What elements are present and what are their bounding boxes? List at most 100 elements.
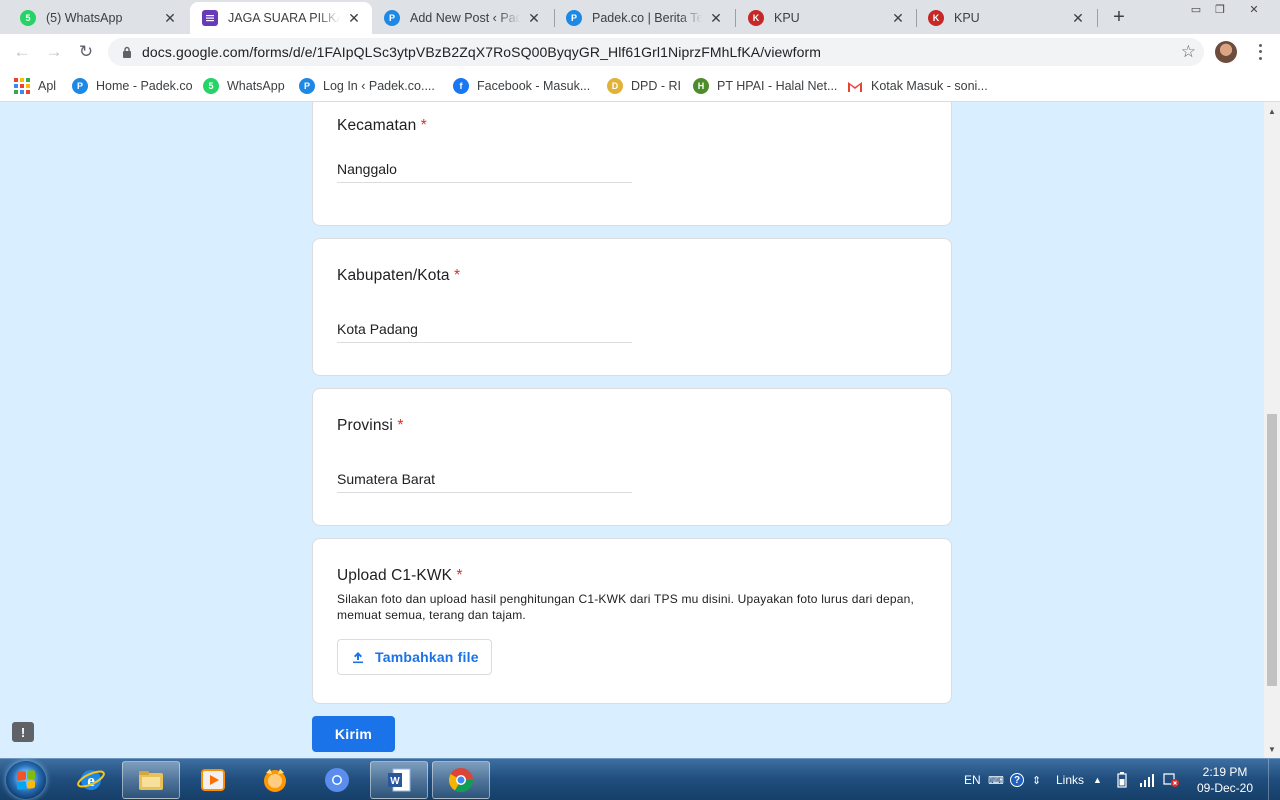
form-page: Kecamatan * Nanggalo Kabupaten/Kota * Ko…	[0, 102, 1264, 758]
tab-jaga-suara[interactable]: JAGA SUARA PILKADA ✕	[190, 2, 372, 34]
bookmark-label: Facebook - Masuk...	[477, 79, 591, 93]
kabupaten-kota-input[interactable]: Kota Padang	[337, 313, 632, 343]
close-tab-icon[interactable]: ✕	[346, 10, 362, 26]
close-tab-icon[interactable]: ✕	[526, 10, 542, 26]
bookmark-label: Log In ‹ Padek.co....	[323, 79, 435, 93]
input-options-icon[interactable]: ⇕	[1032, 759, 1041, 800]
whatsapp-icon: 5	[203, 78, 219, 94]
clock-time: 2:19 PM	[1202, 765, 1248, 779]
tab-add-new-post[interactable]: P Add New Post ‹ Padek ✕	[372, 2, 552, 34]
word-icon: W	[384, 765, 414, 795]
taskbar-file-explorer[interactable]	[122, 761, 180, 799]
address-bar[interactable]: docs.google.com/forms/d/e/1FAIpQLSc3ytpV…	[108, 38, 1204, 66]
close-window-icon[interactable]: ✕	[1242, 0, 1266, 18]
required-asterisk: *	[456, 567, 463, 584]
taskbar-chrome-active[interactable]	[432, 761, 490, 799]
restore-window-icon[interactable]: ❐	[1208, 0, 1232, 18]
dpd-icon: D	[607, 78, 623, 94]
taskbar-internet-explorer[interactable]: e	[62, 761, 120, 799]
show-hidden-icons-icon[interactable]: ▲	[1093, 759, 1102, 800]
question-card-kabupaten-kota: Kabupaten/Kota * Kota Padang	[312, 238, 952, 376]
close-tab-icon[interactable]: ✕	[162, 10, 178, 26]
action-center-icon[interactable]	[1162, 759, 1180, 800]
bookmark-label: DPD - RI	[631, 79, 681, 93]
bookmarks-bar: Apl P Home - Padek.co 5 WhatsApp P Log I…	[0, 70, 1280, 102]
bookmark-whatsapp[interactable]: 5 WhatsApp	[203, 76, 285, 96]
scroll-up-arrow-icon[interactable]: ▲	[1264, 104, 1280, 118]
bookmark-label: PT HPAI - Halal Net...	[717, 79, 838, 93]
reload-icon[interactable]: ↻	[74, 40, 98, 64]
tab-title: JAGA SUARA PILKADA	[228, 11, 340, 25]
media-player-icon	[198, 765, 228, 795]
language-indicator[interactable]: EN	[964, 759, 981, 800]
whatsapp-icon: 5	[20, 10, 36, 26]
bookmark-home-padek[interactable]: P Home - Padek.co	[72, 76, 193, 96]
feedback-icon[interactable]: !	[12, 722, 34, 742]
question-help-text: Silakan foto dan upload hasil penghitung…	[337, 592, 914, 622]
bookmark-star-icon[interactable]: ☆	[1181, 42, 1196, 62]
clock-date: 09-Dec-20	[1196, 781, 1254, 795]
scroll-down-arrow-icon[interactable]: ▼	[1264, 742, 1280, 756]
tab-whatsapp[interactable]: 5 (5) WhatsApp ✕	[8, 2, 188, 34]
links-toolbar[interactable]: Links	[1056, 759, 1084, 800]
minimize-window-icon[interactable]: ▭	[1184, 0, 1208, 18]
question-title: Kabupaten/Kota *	[337, 267, 461, 284]
chrome-active-icon	[446, 765, 476, 795]
bookmark-facebook[interactable]: f Facebook - Masuk...	[453, 76, 590, 96]
required-asterisk: *	[454, 267, 461, 284]
chrome-menu-icon[interactable]	[1252, 42, 1268, 62]
bookmark-dpd-ri[interactable]: D DPD - RI	[607, 76, 681, 96]
question-card-upload: Upload C1-KWK * Silakan foto dan upload …	[312, 538, 952, 704]
padek-icon: P	[72, 78, 88, 94]
bookmark-label: WhatsApp	[227, 79, 285, 93]
close-tab-icon[interactable]: ✕	[708, 10, 724, 26]
add-file-button[interactable]: Tambahkan file	[337, 639, 492, 675]
back-arrow-icon[interactable]: ←	[10, 40, 34, 64]
svg-text:W: W	[390, 776, 400, 787]
page-scrollbar[interactable]: ▲ ▼	[1264, 102, 1280, 758]
bookmark-apps[interactable]: Apl	[14, 76, 56, 96]
windows-taskbar: e W EN ⌨ ? ⇕ Links ▲ 2:19 PM 09-Dec-20	[0, 758, 1280, 800]
required-asterisk: *	[420, 117, 427, 134]
provinsi-input[interactable]: Sumatera Barat	[337, 463, 632, 493]
kecamatan-input[interactable]: Nanggalo	[337, 153, 632, 183]
apps-grid-icon	[14, 78, 30, 94]
padek-icon: P	[384, 10, 400, 26]
keyboard-icon[interactable]: ⌨	[988, 759, 1004, 800]
tab-separator	[1097, 9, 1098, 27]
profile-avatar[interactable]	[1215, 41, 1237, 63]
tab-kpu-1[interactable]: K KPU ✕	[736, 2, 916, 34]
padek-icon: P	[566, 10, 582, 26]
bookmark-pt-hpai[interactable]: H PT HPAI - Halal Net...	[693, 76, 837, 96]
taskbar-chrome[interactable]	[308, 761, 366, 799]
url-text: docs.google.com/forms/d/e/1FAIpQLSc3ytpV…	[142, 44, 822, 60]
tab-padek-berita[interactable]: P Padek.co | Berita Terbaru ✕	[554, 2, 734, 34]
add-file-label: Tambahkan file	[375, 649, 479, 665]
forward-arrow-icon[interactable]: →	[42, 40, 66, 64]
taskbar-messenger[interactable]	[246, 761, 304, 799]
battery-icon[interactable]	[1117, 759, 1127, 800]
close-tab-icon[interactable]: ✕	[890, 10, 906, 26]
show-desktop-button[interactable]	[1268, 759, 1280, 800]
help-icon[interactable]: ?	[1010, 759, 1024, 800]
tab-kpu-2[interactable]: K KPU ✕	[916, 2, 1096, 34]
kpu-icon: K	[928, 10, 944, 26]
submit-button[interactable]: Kirim	[312, 716, 395, 752]
windows-logo-icon	[17, 770, 35, 790]
bookmark-gmail[interactable]: Kotak Masuk - soni...	[847, 76, 988, 96]
file-explorer-icon	[136, 765, 166, 795]
taskbar-word[interactable]: W	[370, 761, 428, 799]
system-clock[interactable]: 2:19 PM 09-Dec-20	[1190, 764, 1260, 796]
signal-icon[interactable]	[1139, 759, 1155, 800]
tab-title: (5) WhatsApp	[46, 11, 123, 25]
start-button[interactable]	[6, 761, 46, 799]
taskbar-media-player[interactable]	[184, 761, 242, 799]
lock-icon[interactable]	[120, 45, 134, 59]
close-tab-icon[interactable]: ✕	[1070, 10, 1086, 26]
new-tab-button[interactable]: +	[1108, 6, 1130, 28]
facebook-icon: f	[453, 78, 469, 94]
bookmark-login-padek[interactable]: P Log In ‹ Padek.co....	[299, 76, 435, 96]
scroll-thumb[interactable]	[1267, 414, 1277, 686]
bookmark-label: Apl	[38, 79, 57, 93]
tab-title: KPU	[774, 11, 800, 25]
